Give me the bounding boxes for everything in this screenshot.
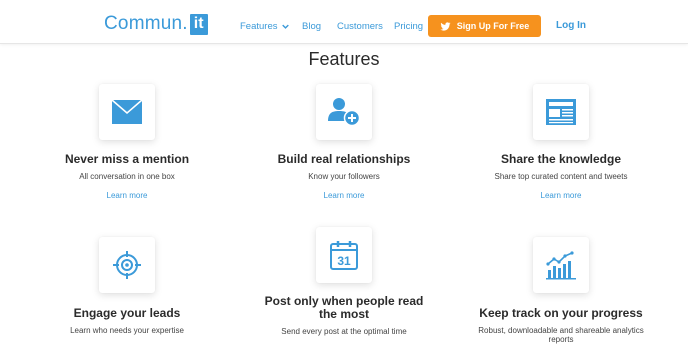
feature-description: Share top curated content and tweets	[494, 172, 628, 181]
feature-title: Build real relationships	[277, 152, 411, 166]
feature-description: Know your followers	[308, 172, 380, 181]
chevron-down-icon	[281, 24, 289, 29]
feature-icon-box: 31	[316, 227, 372, 283]
nav-customers-label: Customers	[337, 21, 383, 32]
nav-blog[interactable]: Blog	[302, 21, 321, 32]
communit-logo[interactable]: Commun. it	[104, 13, 208, 35]
feature-card-knowledge: Share the knowledge Share top curated co…	[473, 84, 649, 200]
logo-text: Commun.	[104, 13, 188, 34]
analytics-chart-icon	[546, 251, 576, 280]
feature-title: Post only when people read the most	[264, 294, 424, 321]
feature-description: Send every post at the optimal time	[281, 327, 407, 336]
feature-card-timing: 31 Post only when people read the most S…	[256, 227, 432, 336]
sign-up-button[interactable]: Sign Up For Free	[428, 15, 541, 37]
add-user-icon	[328, 98, 361, 127]
log-in-link[interactable]: Log In	[556, 20, 586, 31]
sign-up-label: Sign Up For Free	[456, 21, 530, 31]
calendar-icon: 31	[330, 241, 358, 270]
learn-more-link[interactable]: Learn more	[256, 191, 432, 200]
feature-icon-box	[533, 84, 589, 140]
calendar-day-number: 31	[337, 254, 351, 268]
learn-more-link[interactable]: Learn more	[473, 191, 649, 200]
twitter-icon	[440, 21, 451, 31]
feature-card-relationships: Build real relationships Know your follo…	[256, 84, 432, 200]
learn-more-link[interactable]: Learn more	[39, 191, 215, 200]
feature-card-leads: Engage your leads Learn who needs your e…	[39, 237, 215, 335]
feature-title: Keep track on your progress	[479, 306, 643, 320]
nav-features-label: Features	[240, 21, 278, 32]
feature-card-analytics: Keep track on your progress Robust, down…	[473, 237, 649, 344]
feature-description: All conversation in one box	[79, 172, 175, 181]
logo-box: it	[189, 13, 208, 35]
feature-title: Share the knowledge	[500, 152, 622, 166]
feature-card-mentions: Never miss a mention All conversation in…	[39, 84, 215, 200]
nav-pricing-label: Pricing	[394, 21, 424, 32]
feature-icon-box	[533, 237, 589, 293]
nav-pricing[interactable]: Pricing	[394, 21, 423, 32]
feature-icon-box	[99, 237, 155, 293]
newspaper-icon	[546, 99, 576, 125]
feature-title: Engage your leads	[73, 306, 181, 320]
target-icon	[113, 251, 141, 279]
nav-blog-label: Blog	[302, 21, 322, 32]
feature-icon-box	[316, 84, 372, 140]
feature-title: Never miss a mention	[64, 152, 190, 166]
page-title: Features	[308, 49, 380, 69]
envelope-icon	[111, 99, 143, 124]
feature-icon-box	[99, 84, 155, 140]
nav-features[interactable]: Features	[240, 21, 289, 32]
top-navigation-bar: Commun. it Features Blog Customers Prici…	[0, 0, 688, 44]
feature-description: Learn who needs your expertise	[70, 326, 184, 335]
feature-description: Robust, downloadable and shareable analy…	[478, 326, 644, 344]
nav-customers[interactable]: Customers	[337, 21, 383, 32]
